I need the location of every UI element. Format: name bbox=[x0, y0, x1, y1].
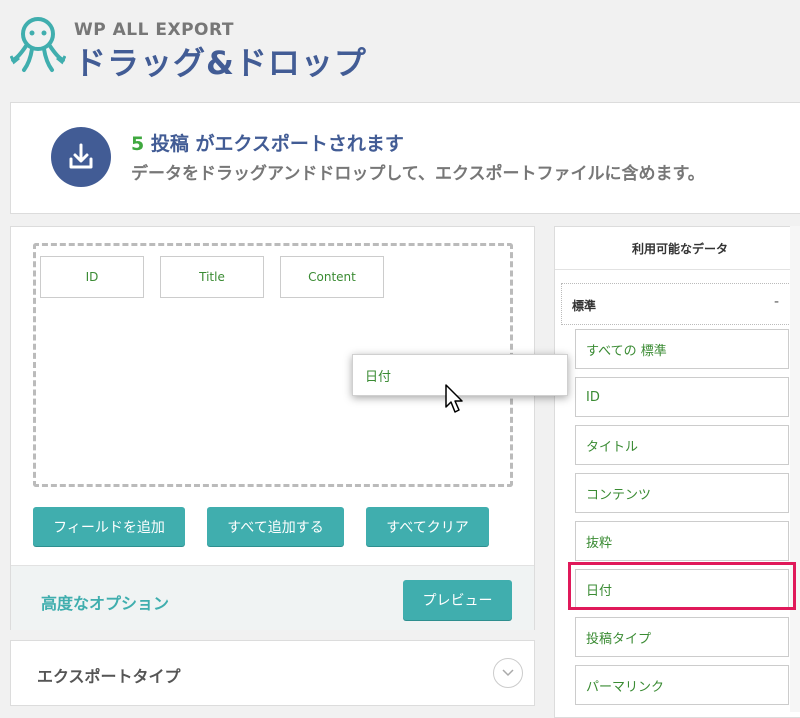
available-item-excerpt[interactable]: 抜粋 bbox=[575, 521, 789, 561]
advanced-options-label[interactable]: 高度なオプション bbox=[41, 590, 169, 614]
export-count-label: 投稿 がエクスポートされます bbox=[144, 133, 404, 155]
chevron-down-icon[interactable] bbox=[493, 658, 523, 688]
add-all-button[interactable]: すべて追加する bbox=[207, 507, 344, 546]
advanced-options-bar[interactable]: 高度なオプション プレビュー bbox=[11, 565, 534, 630]
export-instructions: データをドラッグアンドドロップして、エクスポートファイルに含めます。 bbox=[131, 164, 705, 184]
available-item-post-type[interactable]: 投稿タイプ bbox=[575, 617, 789, 657]
section-header-standard[interactable]: 標準 - bbox=[561, 283, 800, 325]
section-label-standard: 標準 bbox=[572, 299, 597, 313]
available-item-permalink[interactable]: パーマリンク bbox=[575, 665, 789, 705]
available-data-panel: 利用可能なデータ 標準 - すべての 標準 ID タイトル コンテンツ 抜粋 日… bbox=[554, 226, 800, 718]
download-icon bbox=[51, 127, 111, 187]
available-data-title: 利用可能なデータ bbox=[555, 227, 800, 270]
available-item-content[interactable]: コンテンツ bbox=[575, 473, 789, 513]
highlight-box bbox=[568, 562, 796, 610]
field-chip-id[interactable]: ID bbox=[40, 256, 144, 298]
available-item-title[interactable]: タイトル bbox=[575, 425, 789, 465]
available-item-id[interactable]: ID bbox=[575, 377, 789, 417]
export-summary-card: 5 投稿 がエクスポートされます データをドラッグアンドドロップして、エクスポー… bbox=[10, 102, 800, 214]
preview-button[interactable]: プレビュー bbox=[403, 580, 512, 620]
available-item-all-standard[interactable]: すべての 標準 bbox=[575, 329, 789, 369]
clear-all-button[interactable]: すべてクリア bbox=[366, 507, 489, 546]
scrollbar[interactable] bbox=[790, 226, 800, 712]
field-chip-title[interactable]: Title bbox=[160, 256, 264, 298]
export-type-label: エクスポートタイプ bbox=[37, 667, 181, 686]
export-type-card[interactable]: エクスポートタイプ bbox=[10, 640, 535, 706]
add-field-button[interactable]: フィールドを追加 bbox=[33, 507, 185, 546]
octopus-logo-icon bbox=[10, 17, 66, 72]
page-title: ドラッグ&ドロップ bbox=[74, 44, 367, 82]
collapse-toggle[interactable]: - bbox=[774, 294, 779, 310]
export-builder-panel: ID Title Content フィールドを追加 すべて追加する すべてクリア… bbox=[10, 226, 535, 630]
field-chip-content[interactable]: Content bbox=[280, 256, 384, 298]
mouse-cursor-icon bbox=[445, 384, 463, 413]
export-count-text: 5 投稿 がエクスポートされます bbox=[131, 129, 404, 156]
export-count: 5 bbox=[131, 133, 145, 155]
brand-subtitle: WP ALL EXPORT bbox=[74, 20, 234, 40]
